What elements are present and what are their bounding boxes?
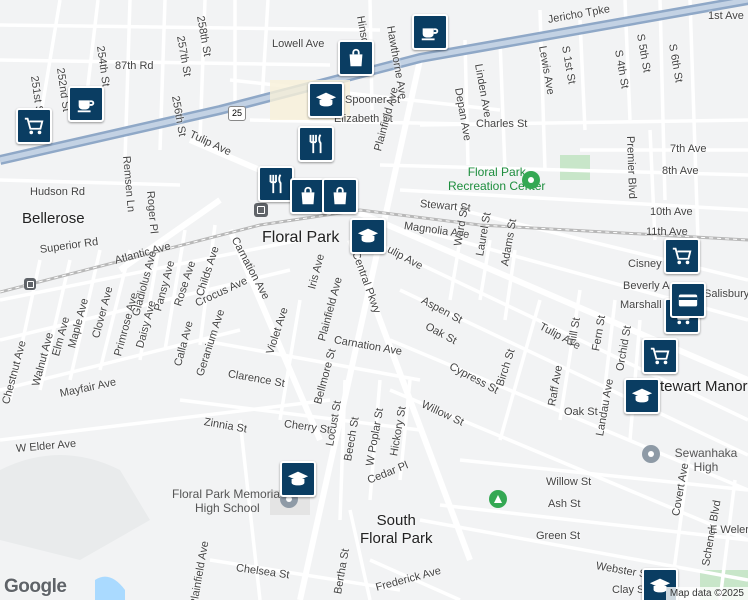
street-label: Salisbury (704, 288, 748, 300)
water-area (95, 576, 125, 600)
graduation-cap-icon[interactable] (350, 218, 386, 254)
park-tree-icon[interactable] (489, 490, 507, 508)
street-label: E Weler (710, 524, 748, 536)
street-label: Oak St (564, 406, 598, 418)
graduation-cap-icon[interactable] (308, 82, 344, 118)
poi-sewanhaka-label[interactable]: Sewanhaka High (664, 446, 748, 474)
street-label: Charles St (476, 118, 528, 130)
street-label: 8th Ave (662, 165, 699, 177)
poi-memorial-hs-label[interactable]: Floral Park Memorial High School (172, 487, 283, 515)
shopping-bag-icon[interactable] (338, 40, 374, 76)
place-stewart-manor: Stewart Manor (650, 378, 748, 395)
coffee-cup-icon[interactable] (412, 14, 448, 50)
shopping-cart-icon[interactable] (16, 108, 52, 144)
street-label: 7th Ave (670, 143, 707, 155)
street-label: Hudson Rd (30, 186, 86, 198)
shopping-bag-icon[interactable] (322, 178, 358, 214)
shopping-bag-icon[interactable] (290, 178, 326, 214)
graduation-cap-icon[interactable] (280, 461, 316, 497)
street-label: 10th Ave (650, 206, 693, 218)
map-canvas[interactable]: 25 Bellerose Floral Park South Floral Pa… (0, 0, 748, 600)
shopping-cart-icon[interactable] (664, 238, 700, 274)
coffee-cup-icon[interactable] (68, 86, 104, 122)
google-logo: Google (4, 576, 67, 597)
street-label: Beverly A (623, 280, 670, 292)
park-pin-icon[interactable] (522, 171, 540, 189)
fork-knife-icon[interactable] (298, 126, 334, 162)
route-shield: 25 (228, 106, 246, 121)
street-label: Premier Blvd (624, 135, 639, 200)
shopping-cart-icon[interactable] (642, 338, 678, 374)
place-south-floral-park: South Floral Park (360, 512, 433, 547)
graduation-cap-icon[interactable] (624, 378, 660, 414)
street-label: Ash St (548, 498, 581, 510)
school-pin-icon[interactable] (642, 445, 660, 463)
place-floral-park: Floral Park (262, 229, 340, 246)
street-label: Cisney (628, 258, 662, 270)
street-label: 87th Rd (115, 60, 154, 72)
fork-knife-icon[interactable] (258, 166, 294, 202)
street-label: Willow St (546, 476, 592, 488)
street-label: Green St (536, 530, 581, 542)
park-area (560, 155, 590, 180)
place-bellerose: Bellerose (22, 210, 85, 227)
map-attribution[interactable]: Map data ©2025 (665, 587, 748, 600)
train-station-icon[interactable] (254, 203, 268, 217)
card-icon[interactable] (670, 282, 706, 318)
street-label: 1st Ave (708, 10, 744, 22)
street-label: 11th Ave (646, 226, 688, 238)
train-station-icon[interactable] (24, 278, 36, 290)
terrain-area (0, 455, 150, 560)
street-label: Lowell Ave (272, 38, 325, 50)
